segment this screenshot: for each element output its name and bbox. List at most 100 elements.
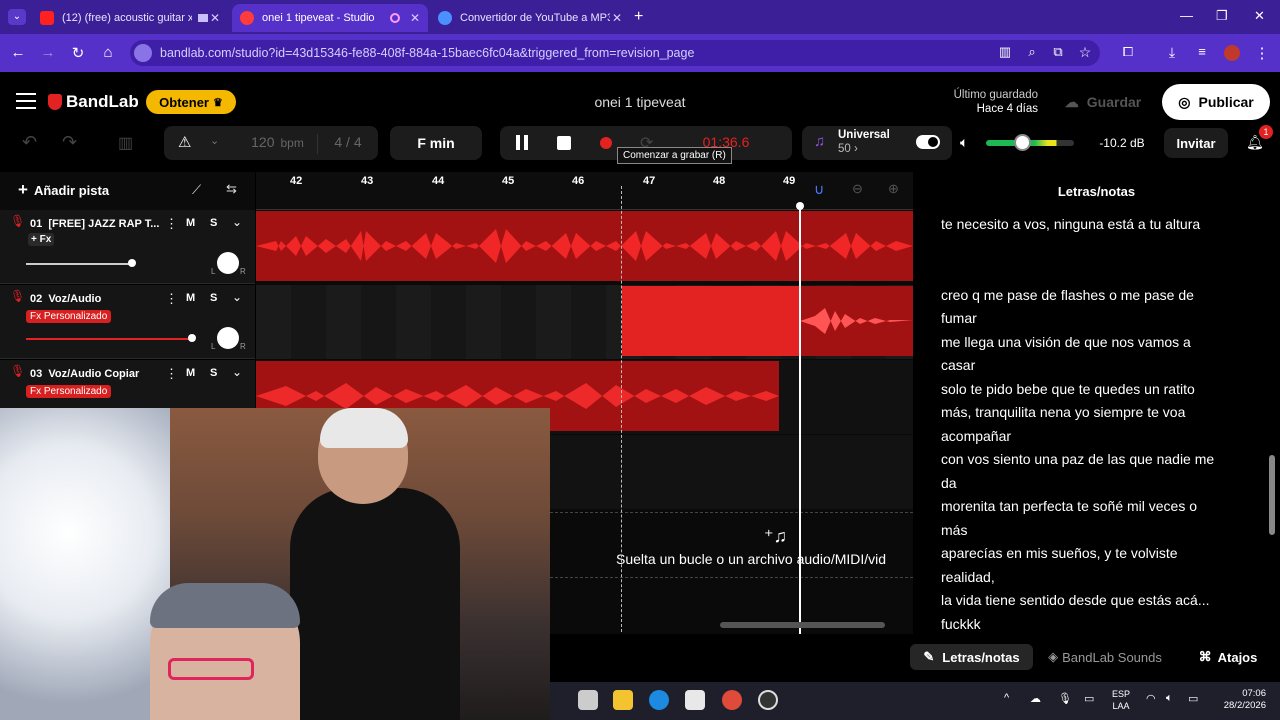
bookmark-icon[interactable]: ☆ (1075, 44, 1095, 61)
onedrive-icon[interactable]: ☁ (1030, 692, 1041, 705)
track-header-3[interactable]: 🎙︎ 03 Voz/Audio Copiar ⋮ M S ⌄ Fx Person… (0, 360, 255, 410)
tab-list-button[interactable]: ⌄ (8, 9, 26, 25)
chrome-icon[interactable] (722, 690, 742, 710)
task-view-icon[interactable] (578, 690, 598, 710)
redo-icon[interactable]: ↷ (62, 132, 77, 153)
pan-knob[interactable] (217, 327, 239, 349)
menu-icon[interactable]: ⋮ (1252, 44, 1272, 62)
track-menu-icon[interactable]: ⋮ (165, 366, 178, 382)
battery-icon[interactable]: ▭ (1188, 692, 1198, 705)
mixer-icon[interactable]: ⇆ (226, 181, 237, 197)
reload-icon[interactable]: ↻ (68, 44, 88, 62)
solo-button[interactable]: S (210, 292, 217, 304)
guardar-button[interactable]: ☁ Guardar (1052, 86, 1154, 118)
zoom-out-icon[interactable]: ⊖ (852, 181, 863, 197)
magnet-icon[interactable]: ∪ (814, 181, 824, 198)
new-tab-button[interactable]: + (634, 8, 643, 26)
chevron-down-icon[interactable]: ⌄ (232, 215, 242, 229)
lyrics-text[interactable]: te necesito a vos, ninguna está a tu alt… (913, 213, 1280, 636)
mute-button[interactable]: M (186, 217, 195, 229)
key-button[interactable]: F min (390, 126, 482, 160)
volume-thumb[interactable] (1014, 134, 1031, 151)
reader-icon[interactable]: ▥ (995, 44, 1015, 60)
track-header-1[interactable]: 🎙︎ 01 [FREE] JAZZ RAP T... ⋮ M S ⌄ + Fx … (0, 210, 255, 284)
edge-icon[interactable] (649, 690, 669, 710)
tab-youtube[interactable]: (12) (free) acoustic guitar x ✕ (32, 4, 228, 32)
project-title[interactable]: onei 1 tipeveat (560, 94, 720, 110)
tab-converter[interactable]: Convertidor de YouTube a MP3 ✕ (430, 4, 630, 32)
close-icon[interactable]: ✕ (612, 11, 622, 25)
time-signature[interactable]: 4 / 4 (322, 134, 374, 150)
obtener-button[interactable]: Obtener ♛ (146, 90, 236, 114)
close-icon[interactable]: ✕ (210, 11, 220, 25)
horizontal-scrollbar[interactable] (720, 622, 885, 628)
chevron-down-icon[interactable]: ⌄ (232, 290, 242, 304)
stop-icon[interactable] (557, 136, 571, 150)
mute-button[interactable]: M (186, 292, 195, 304)
track-menu-icon[interactable]: ⋮ (165, 291, 178, 307)
close-icon[interactable]: ✕ (410, 11, 420, 25)
display-tray-icon[interactable]: ▭ (1084, 692, 1094, 705)
tray-chevron-icon[interactable]: ^ (1004, 692, 1009, 704)
back-icon[interactable]: ← (8, 44, 28, 61)
track-name[interactable]: 01 [FREE] JAZZ RAP T... (30, 218, 159, 230)
minimize-icon[interactable]: — (1180, 8, 1193, 23)
solo-button[interactable]: S (210, 367, 217, 379)
mute-button[interactable]: M (186, 367, 195, 379)
tab-shortcuts[interactable]: ⌘ Atajos (1192, 644, 1264, 670)
fx-button[interactable]: Fx Personalizado (26, 385, 112, 398)
tab-lyrics[interactable]: ✎ Letras/notas (910, 644, 1033, 670)
universal-toggle[interactable] (916, 135, 940, 149)
audio-region[interactable] (256, 211, 913, 281)
mic-tray-icon[interactable]: 🎙︎ (1058, 692, 1072, 705)
chevron-down-icon[interactable]: ⌄ (232, 365, 242, 379)
clock[interactable]: 07:06 28/2/2026 (1212, 688, 1266, 712)
undo-icon[interactable]: ↶ (22, 132, 37, 153)
hamburger-icon[interactable] (16, 93, 36, 109)
download-icon[interactable]: ⤓ (1162, 44, 1182, 61)
solo-button[interactable]: S (210, 217, 217, 229)
zoom-icon[interactable]: ⌕ (1022, 44, 1042, 60)
forward-icon[interactable]: → (38, 44, 58, 61)
track-name[interactable]: 03 Voz/Audio Copiar (30, 368, 139, 380)
speaker-icon[interactable]: 🔈︎ (960, 134, 968, 151)
wifi-icon[interactable]: ◠ (1146, 692, 1156, 705)
store-icon[interactable] (685, 690, 705, 710)
close-window-icon[interactable]: ✕ (1254, 8, 1265, 24)
track-volume-thumb[interactable] (128, 259, 136, 267)
site-info-icon[interactable] (134, 44, 152, 62)
media-icon[interactable]: ≡ (1192, 44, 1212, 59)
maximize-icon[interactable]: ❐ (1216, 8, 1228, 24)
bpm-field[interactable]: 120 bpm (238, 134, 318, 154)
record-icon[interactable] (600, 137, 612, 149)
track-volume-slider[interactable] (26, 338, 192, 340)
audio-region[interactable] (622, 286, 913, 356)
pause-icon[interactable] (516, 135, 528, 150)
extensions-icon[interactable]: ⧠ (1118, 44, 1138, 60)
track-name[interactable]: 02 Voz/Audio (30, 293, 101, 305)
bandlab-logo[interactable]: BandLab (48, 92, 139, 112)
zoom-in-icon[interactable]: ⊕ (888, 181, 899, 197)
obs-icon[interactable] (758, 690, 778, 710)
lyrics-scrollbar[interactable] (1269, 455, 1275, 535)
tab-sounds[interactable]: ◈ BandLab Sounds (1040, 644, 1170, 670)
track-volume-thumb[interactable] (188, 334, 196, 342)
add-track-button[interactable]: + Añadir pista (12, 178, 122, 202)
tab-bandlab[interactable]: onei 1 tipeveat - Studio ✕ (232, 4, 428, 32)
file-explorer-icon[interactable] (613, 690, 633, 710)
metronome-chevron-icon[interactable]: ⌄ (210, 134, 219, 147)
fx-button[interactable]: Fx Personalizado (26, 310, 112, 323)
cast-icon[interactable]: ⧉ (1048, 44, 1068, 60)
language-indicator[interactable]: ESP LAA (1112, 688, 1130, 712)
address-bar[interactable]: bandlab.com/studio?id=43d15346-fe88-408f… (130, 40, 1100, 66)
invitar-button[interactable]: Invitar (1164, 128, 1228, 158)
metronome-icon[interactable]: ⚠ (178, 133, 191, 151)
profile-avatar[interactable] (1224, 45, 1240, 61)
playhead-handle[interactable] (796, 202, 804, 210)
volume-tray-icon[interactable]: 🔈︎ (1166, 692, 1173, 705)
home-icon[interactable]: ⌂ (98, 44, 118, 61)
drop-zone[interactable] (550, 512, 913, 578)
track-volume-slider[interactable] (26, 263, 134, 265)
playhead[interactable] (799, 206, 801, 634)
track-header-2[interactable]: 🎙︎ 02 Voz/Audio ⋮ M S ⌄ Fx Personalizado… (0, 285, 255, 359)
